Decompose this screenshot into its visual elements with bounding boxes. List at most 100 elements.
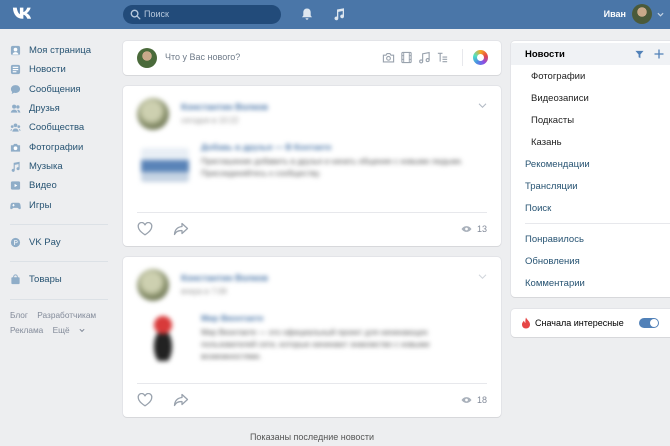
attachment-text: Приглашение добавить в друзья и начать о… (201, 157, 463, 178)
share-icon[interactable] (173, 222, 189, 236)
attachment-title[interactable]: Добавь в друзья — В Контакте (201, 142, 332, 152)
nav-item-messages[interactable]: Сообщения (10, 80, 110, 99)
shopping-bag-icon (11, 274, 20, 285)
nav-label: Моя страница (29, 45, 92, 57)
footer-links: Блог Разработчикам Реклама Ещё (10, 308, 110, 338)
attachment-thumbnail[interactable] (141, 148, 189, 182)
camera-icon (10, 143, 21, 152)
filter-label: Рекомендации (525, 158, 590, 170)
groups-icon (10, 123, 21, 132)
messages-icon (10, 84, 21, 94)
user-avatar[interactable] (632, 4, 652, 24)
chevron-down-icon[interactable] (478, 102, 487, 109)
music-icon[interactable] (332, 7, 346, 21)
nav-item-news[interactable]: Новости (10, 60, 110, 79)
feed-post: Константин Волков сегодня в 10:22 Добавь… (123, 86, 501, 246)
eye-icon (461, 397, 472, 403)
vk-logo[interactable] (12, 5, 34, 23)
footer-link-blog[interactable]: Блог (10, 310, 28, 320)
filter-liked[interactable]: Понравилось (511, 228, 670, 250)
games-icon (10, 202, 21, 209)
post-author[interactable]: Константин Волков (181, 273, 268, 283)
footer-link-developers[interactable]: Разработчикам (37, 310, 96, 320)
nav-item-goods[interactable]: Товары (10, 270, 110, 289)
smart-feed-label: Сначала интересные (535, 318, 624, 328)
filter-label: Новости (525, 48, 565, 60)
nav-label: Товары (29, 274, 62, 286)
feed-footer-text: Показаны последние новости (249, 432, 375, 442)
filter-recommendations[interactable]: Рекомендации (511, 153, 670, 175)
friends-icon (10, 104, 21, 113)
music-icon[interactable] (418, 51, 431, 64)
share-icon[interactable] (173, 393, 189, 407)
user-name[interactable]: Иван (604, 9, 626, 19)
nav-divider (10, 299, 108, 301)
filter-label: Трансляции (525, 180, 578, 192)
post-views: 13 (461, 224, 487, 234)
home-icon (10, 46, 21, 56)
nav-label: Сообщества (29, 122, 85, 134)
nav-label: Друзья (29, 103, 60, 115)
composer-divider (462, 49, 463, 66)
filter-kazan[interactable]: Казань (511, 131, 670, 153)
post-author[interactable]: Константин Волков (181, 102, 268, 112)
filter-videos[interactable]: Видеозаписи (511, 87, 670, 109)
filter-label: Обновления (525, 255, 580, 267)
smart-feed-toggle[interactable] (639, 318, 659, 328)
filter-label: Поиск (525, 202, 552, 214)
plus-icon[interactable] (654, 49, 664, 59)
bell-icon[interactable] (300, 7, 314, 21)
filter-label: Понравилось (525, 233, 584, 245)
nav-label: Фотографии (29, 141, 84, 153)
search-box[interactable]: Поиск (123, 5, 281, 24)
nav-item-games[interactable]: Игры (10, 195, 110, 214)
vkpay-icon (10, 237, 21, 247)
feed-post: Константин Волков вчера в 7:08 Мир Вконт… (123, 257, 501, 417)
nav-label: Игры (29, 199, 52, 211)
nav-label: Сообщения (29, 83, 81, 95)
post-avatar[interactable] (137, 269, 169, 301)
footer-link-ads[interactable]: Реклама (10, 325, 43, 335)
chevron-down-icon[interactable] (478, 273, 487, 280)
fire-icon (522, 317, 530, 329)
post-composer[interactable]: Что у Вас нового? (123, 41, 501, 75)
filter-broadcasts[interactable]: Трансляции (511, 175, 670, 197)
filter-divider (525, 223, 670, 224)
chevron-down-icon[interactable] (657, 11, 664, 18)
attachment-thumbnail[interactable] (145, 313, 181, 361)
filter-search[interactable]: Поиск (511, 197, 670, 219)
filter-comments[interactable]: Комментарии (511, 272, 670, 294)
filter-podcasts[interactable]: Подкасты (511, 109, 670, 131)
search-icon (130, 9, 141, 20)
search-placeholder: Поиск (144, 9, 169, 19)
filter-label: Подкасты (531, 114, 575, 126)
video-icon[interactable] (400, 51, 413, 64)
attachment-title[interactable]: Мир Вконтакте (201, 313, 264, 323)
filter-news[interactable]: Новости (511, 43, 670, 65)
poster-icon[interactable] (473, 50, 488, 65)
nav-item-groups[interactable]: Сообщества (10, 118, 110, 137)
filter-updates[interactable]: Обновления (511, 250, 670, 272)
nav-item-friends[interactable]: Друзья (10, 99, 110, 118)
nav-item-photos[interactable]: Фотографии (10, 137, 110, 156)
filter-icon[interactable] (635, 50, 644, 59)
heart-icon[interactable] (137, 222, 153, 236)
camera-icon[interactable] (382, 51, 395, 64)
post-time[interactable]: вчера в 7:08 (181, 287, 227, 296)
filter-photos[interactable]: Фотографии (511, 65, 670, 87)
composer-prompt[interactable]: Что у Вас нового? (165, 52, 240, 62)
nav-label: Видео (29, 180, 57, 192)
post-time[interactable]: сегодня в 10:22 (181, 116, 239, 125)
post-avatar[interactable] (137, 98, 169, 130)
video-icon (10, 181, 21, 190)
footer-link-more[interactable]: Ещё (53, 325, 85, 335)
nav-item-my-page[interactable]: Моя страница (10, 41, 110, 60)
heart-icon[interactable] (137, 393, 153, 407)
nav-item-video[interactable]: Видео (10, 176, 110, 195)
eye-icon (461, 226, 472, 232)
nav-item-music[interactable]: Музыка (10, 157, 110, 176)
article-icon[interactable] (436, 51, 449, 64)
filter-label: Видеозаписи (531, 92, 589, 104)
composer-avatar[interactable] (137, 48, 157, 68)
nav-item-vkpay[interactable]: VK Pay (10, 233, 110, 252)
